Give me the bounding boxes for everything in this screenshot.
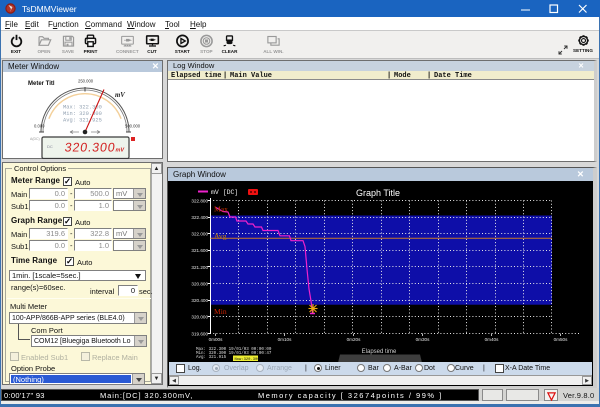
svg-text:Avg: 321.915: Avg: 321.915	[196, 356, 227, 360]
svg-text:A(DC): A(DC)	[30, 137, 40, 141]
svg-text:319.600: 319.600	[191, 331, 208, 336]
svg-text:322.800: 322.800	[191, 198, 208, 203]
svg-text:mV: mV	[115, 92, 125, 99]
svg-text:320.300: 320.300	[64, 141, 117, 155]
svg-text:0m20s: 0m20s	[347, 337, 361, 342]
svg-text:322.000: 322.000	[191, 232, 208, 237]
svg-text:0m50s: 0m50s	[554, 337, 568, 342]
svg-text:500.000: 500.000	[125, 124, 141, 129]
svg-text:0m40s: 0m40s	[485, 337, 499, 342]
svg-text:Avg: 321.925: Avg: 321.925	[63, 118, 102, 124]
svg-text:320.000: 320.000	[191, 315, 208, 320]
svg-text:Elapsed time: Elapsed time	[362, 349, 397, 355]
svg-text:Avg: Avg	[214, 232, 227, 241]
svg-text:0m30s: 0m30s	[416, 337, 430, 342]
svg-text:320.400: 320.400	[191, 298, 208, 303]
svg-text:DC: DC	[47, 144, 53, 149]
svg-text:0m00s: 0m00s	[209, 337, 223, 342]
svg-text:mV: mV	[116, 148, 126, 154]
svg-text:Max: Max	[214, 205, 228, 214]
svg-text:320.800: 320.800	[191, 282, 208, 287]
svg-text:Min: 320.300: Min: 320.300	[63, 111, 102, 117]
svg-text:mV [DC]: mV [DC]	[211, 189, 238, 196]
svg-text:0.000: 0.000	[34, 124, 45, 129]
svg-text:Min: Min	[214, 307, 227, 316]
svg-text:321.600: 321.600	[191, 248, 208, 253]
svg-text:0m10s: 0m10s	[278, 337, 292, 342]
svg-text:Meter Titl: Meter Titl	[28, 81, 55, 87]
svg-text:321.200: 321.200	[191, 265, 208, 270]
svg-text:322.400: 322.400	[191, 215, 208, 220]
svg-text:250.000: 250.000	[78, 79, 94, 84]
svg-text:Graph Title: Graph Title	[356, 188, 400, 198]
